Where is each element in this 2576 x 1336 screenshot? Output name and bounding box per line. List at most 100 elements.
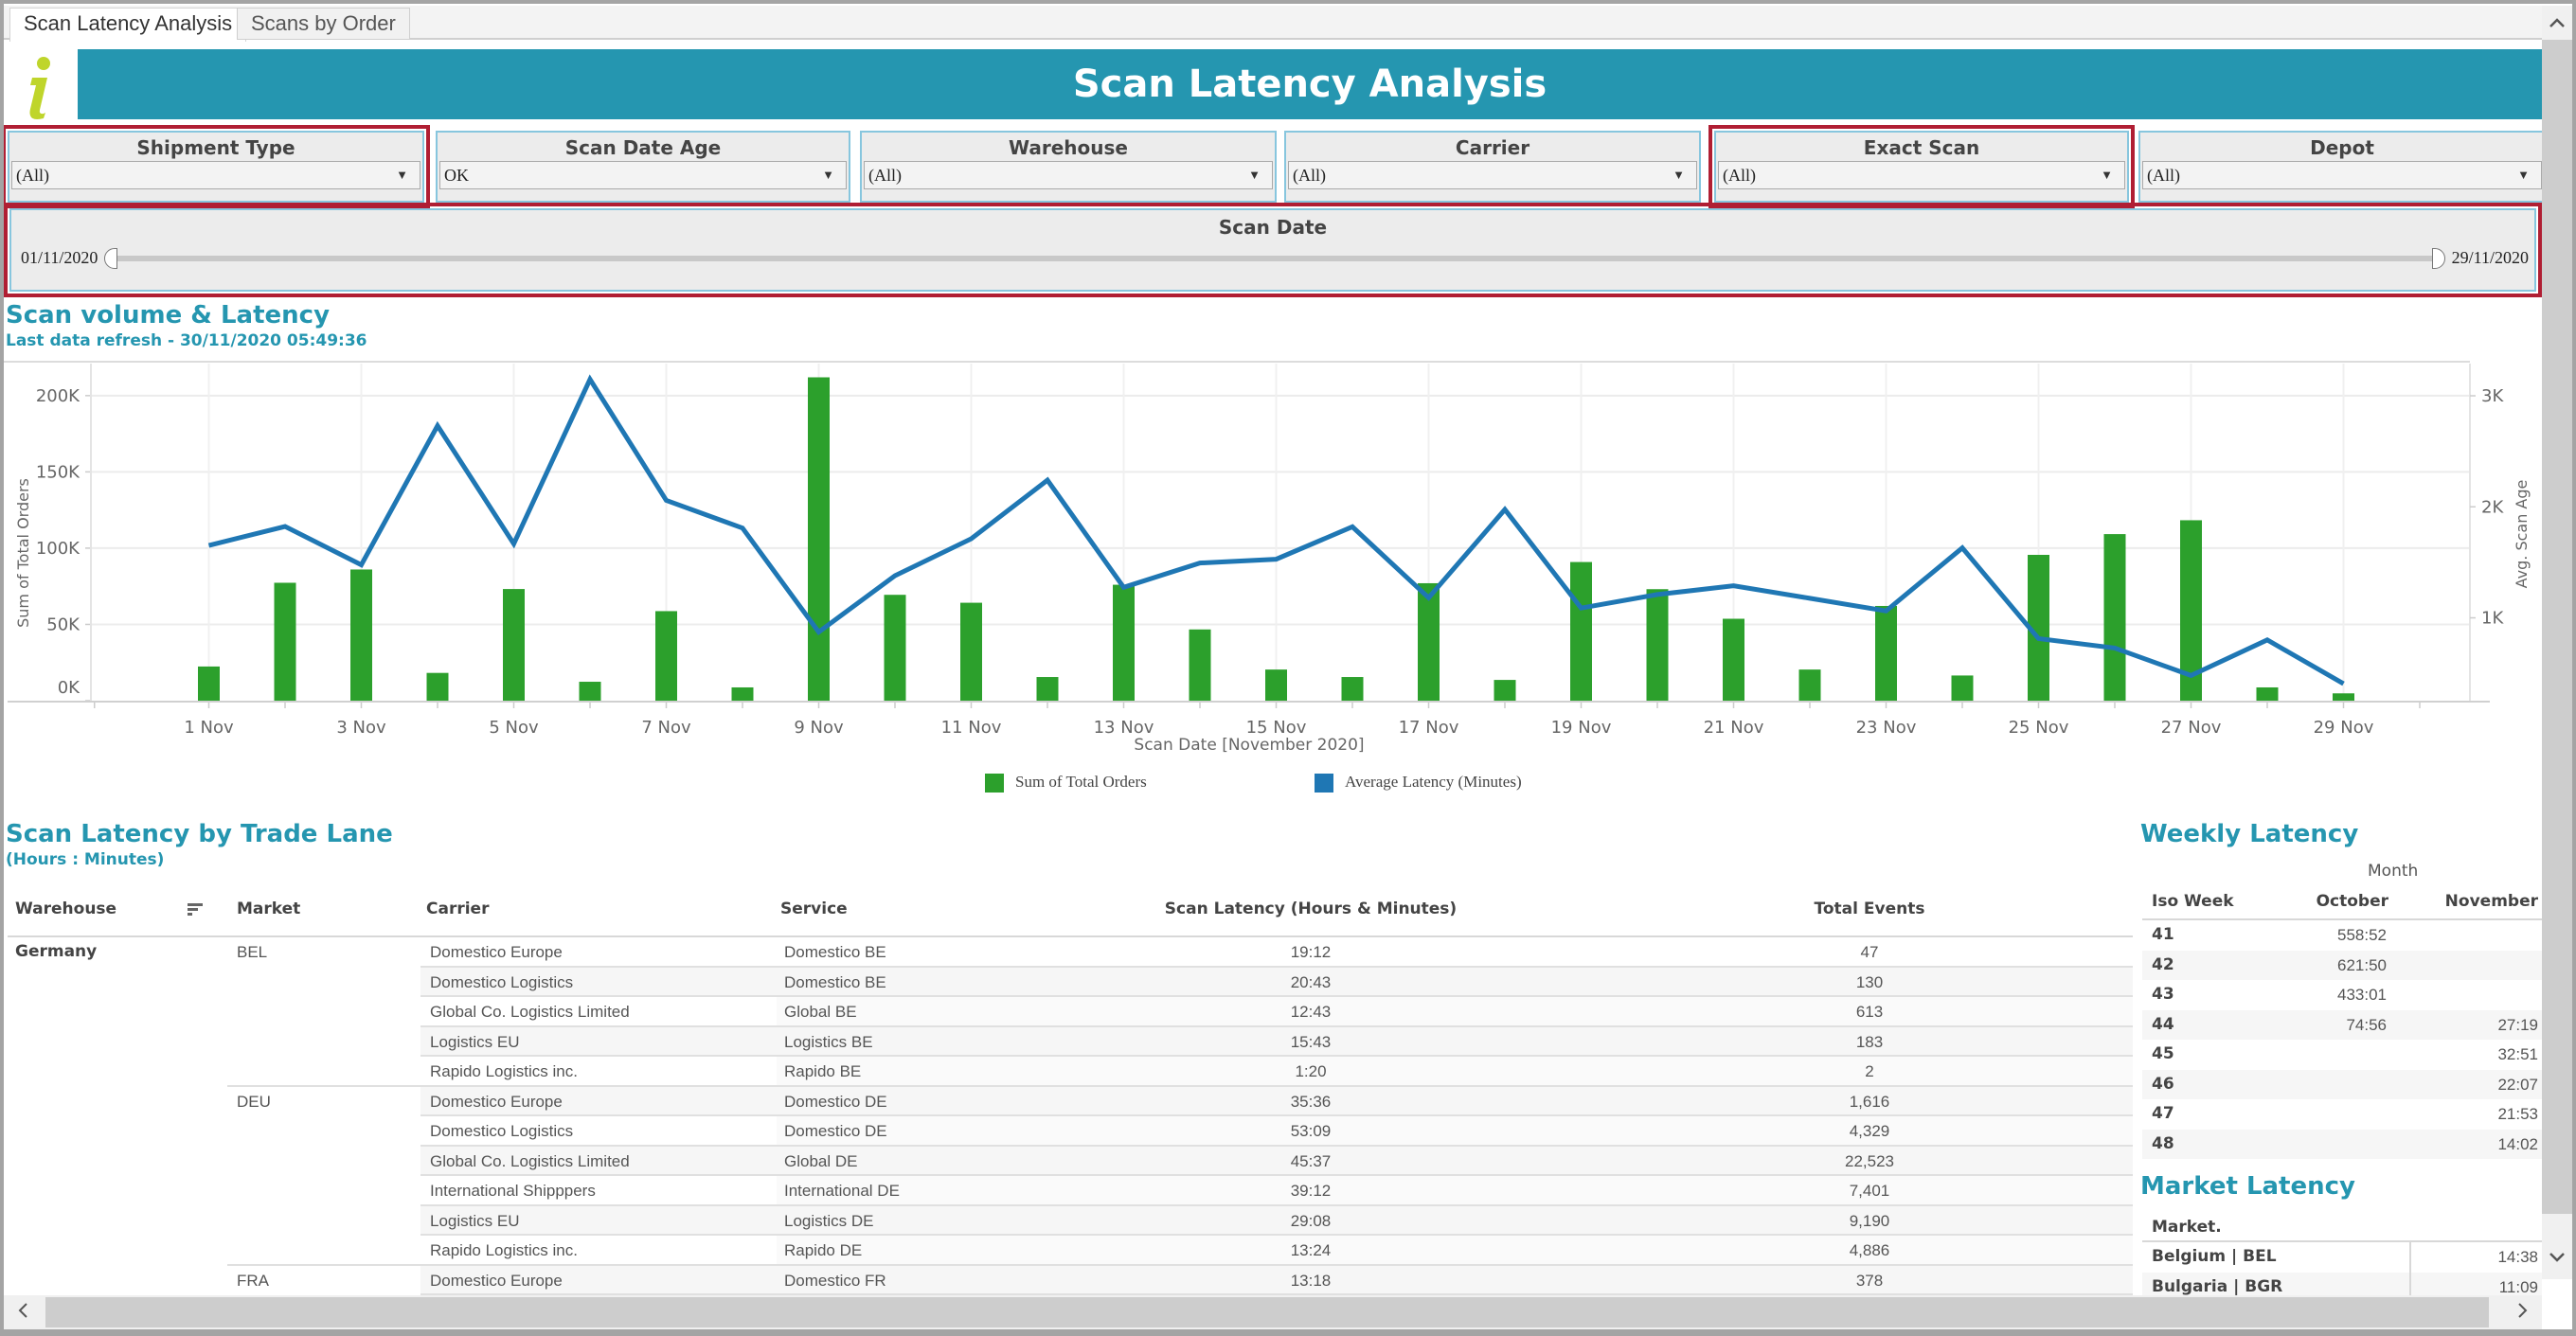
cell-carrier: Logistics EU	[430, 1211, 520, 1230]
scan-date-age-dropdown[interactable]: OK ▼	[439, 161, 847, 189]
tab-scans-by-order[interactable]: Scans by Order	[237, 8, 410, 40]
chart-axes: 0K 50K 100K 150K 200K 1 Nov 3 Nov 5 Nov 7 Nov 9 N…	[8, 364, 2504, 738]
scan-date-slider-track[interactable]	[110, 256, 2440, 261]
iso-week-cell: 45	[2152, 1044, 2174, 1063]
table-row[interactable]: Logistics EU Logistics DE 29:08 9,190	[4, 1205, 2133, 1236]
bar-6-nov	[579, 682, 601, 701]
table-row[interactable]: Logistics EU Logistics BE 15:43 183	[4, 1026, 2133, 1057]
table-row[interactable]: Germany BEL Domestico Europe Domestico BE 19…	[4, 937, 2133, 968]
column-header-service[interactable]: Service	[780, 884, 848, 934]
bar-29-nov	[2333, 693, 2354, 701]
cell-carrier: Logistics EU	[430, 1032, 520, 1051]
warehouse-dropdown[interactable]: (All) ▼	[864, 161, 1273, 189]
x-tick-label: 13 Nov	[1094, 718, 1154, 738]
scroll-up-icon[interactable]	[2542, 6, 2572, 38]
scroll-left-icon[interactable]	[4, 1295, 42, 1329]
y2-tick-label: 1K	[2481, 609, 2504, 629]
carrier-dropdown[interactable]: (All) ▼	[1288, 161, 1697, 189]
cell-scan-latency: 1:20	[1295, 1062, 1327, 1080]
column-header-november[interactable]: November	[2421, 892, 2538, 911]
dropdown-value: (All)	[1293, 166, 1326, 185]
cell-carrier: Global Co. Logistics Limited	[430, 1003, 630, 1021]
cell-carrier: Domestico Logistics	[430, 1122, 574, 1140]
shipment-type-dropdown[interactable]: (All) ▼	[11, 161, 420, 189]
scroll-right-icon[interactable]	[2504, 1295, 2542, 1329]
table-row[interactable]: Rapido Logistics inc. Rapido DE 13:24 4,886	[4, 1236, 2133, 1266]
bar-20-nov	[1646, 589, 1669, 701]
november-cell: 27:19	[2497, 1015, 2538, 1034]
vertical-scroll-thumb[interactable]	[2542, 40, 2572, 1214]
x-tick-label: 1 Nov	[184, 718, 234, 738]
column-header-iso-week[interactable]: Iso Week	[2152, 892, 2234, 911]
november-cell: 32:51	[2497, 1045, 2538, 1063]
column-header-carrier[interactable]: Carrier	[426, 884, 489, 934]
filter-shipment-type: Shipment Type (All) ▼	[4, 125, 430, 208]
scan-date-end-handle[interactable]	[2432, 248, 2445, 269]
iso-week-cell: 44	[2152, 1014, 2174, 1034]
iso-week-cell: 46	[2152, 1074, 2174, 1094]
x-tick-label: 15 Nov	[1246, 718, 1307, 738]
table-row[interactable]: Domestico Logistics Domestico DE 53:09 4,32…	[4, 1116, 2133, 1147]
table-row[interactable]: DEU Domestico Europe Domestico DE 35:36 1,61…	[4, 1086, 2133, 1116]
table-row[interactable]: FRA Domestico Europe Domestico FR 13:18 378	[4, 1265, 2133, 1295]
horizontal-scrollbar[interactable]	[4, 1295, 2542, 1329]
bar-3-nov	[350, 569, 372, 701]
x-tick-label: 25 Nov	[2009, 718, 2069, 738]
market-row[interactable]: Belgium | BEL 14:38	[2142, 1242, 2542, 1273]
table-row[interactable]: International Shipppers International DE 3…	[4, 1176, 2133, 1206]
weekly-row[interactable]: 41 558:52	[2142, 920, 2542, 951]
legend-item-latency[interactable]: Average Latency (Minutes)	[1315, 773, 1522, 801]
scroll-down-icon[interactable]	[2542, 1240, 2572, 1273]
column-header-warehouse[interactable]: Warehouse	[15, 884, 116, 934]
cell-total-events: 613	[1855, 1003, 1884, 1021]
y2-tick-label: 2K	[2481, 497, 2504, 517]
weekly-row[interactable]: 42 621:50	[2142, 950, 2542, 980]
weekly-row[interactable]: 48 14:02	[2142, 1129, 2542, 1159]
chart-grid	[4, 361, 2470, 701]
filter-warehouse: Warehouse (All) ▼	[860, 131, 1277, 203]
chevron-down-icon: ▼	[396, 168, 408, 182]
table-row[interactable]: Global Co. Logistics Limited Global DE 45:…	[4, 1146, 2133, 1176]
weekly-row[interactable]: 45 32:51	[2142, 1040, 2542, 1070]
table-row[interactable]: Domestico Logistics Domestico BE 20:43 130	[4, 967, 2133, 997]
bar-5-nov	[503, 589, 525, 701]
weekly-row[interactable]: 47 21:53	[2142, 1099, 2542, 1130]
market-latency-cell: 14:38	[2497, 1248, 2538, 1266]
column-header-total-events[interactable]: Total Events	[1775, 884, 1964, 934]
table-row[interactable]: Rapido Logistics inc. Rapido BE 1:20 2	[4, 1057, 2133, 1087]
november-cell: 22:07	[2497, 1075, 2538, 1094]
table-row[interactable]: Global Co. Logistics Limited Global BE 12:…	[4, 997, 2133, 1027]
column-header-market[interactable]: Market.	[2152, 1218, 2222, 1237]
iso-week-cell: 47	[2152, 1104, 2174, 1123]
weekly-row[interactable]: 44 74:56 27:19	[2142, 1009, 2542, 1040]
cell-total-events: 4,329	[1849, 1122, 1890, 1140]
bar-26-nov	[2103, 534, 2126, 701]
weekly-row[interactable]: 43 433:01	[2142, 980, 2542, 1010]
october-cell: 558:52	[2337, 926, 2387, 944]
filter-carrier: Carrier (All) ▼	[1284, 131, 1701, 203]
weekly-row[interactable]: 46 22:07	[2142, 1069, 2542, 1099]
y-tick-label: 0K	[58, 678, 80, 698]
weekly-latency-title: Weekly Latency	[2140, 820, 2359, 848]
column-header-october[interactable]: October	[2282, 892, 2388, 911]
x-tick-label: 27 Nov	[2161, 718, 2222, 738]
cell-carrier: Domestico Logistics	[430, 972, 574, 991]
column-header-scan-latency[interactable]: Scan Latency (Hours & Minutes)	[1121, 884, 1500, 934]
dropdown-value: (All)	[868, 166, 902, 185]
vertical-scrollbar[interactable]	[2542, 6, 2572, 1279]
market-name-cell: Belgium | BEL	[2152, 1247, 2277, 1266]
legend-swatch	[1315, 774, 1333, 793]
legend-item-orders[interactable]: Sum of Total Orders	[985, 773, 1147, 801]
exact-scan-dropdown[interactable]: (All) ▼	[1718, 161, 2125, 189]
column-header-market[interactable]: Market	[237, 884, 300, 934]
sort-icon[interactable]	[188, 884, 206, 934]
chevron-down-icon: ▼	[822, 168, 834, 182]
scan-date-min: 01/11/2020	[21, 248, 98, 267]
cell-scan-latency: 15:43	[1290, 1032, 1332, 1051]
tab-scan-latency-analysis[interactable]: Scan Latency Analysis	[9, 8, 247, 42]
x-tick-label: 17 Nov	[1399, 718, 1459, 738]
horizontal-scroll-thumb[interactable]	[45, 1297, 2489, 1327]
cell-total-events: 22,523	[1845, 1151, 1894, 1170]
depot-dropdown[interactable]: (All) ▼	[2142, 161, 2542, 189]
scan-date-start-handle[interactable]	[104, 248, 117, 269]
